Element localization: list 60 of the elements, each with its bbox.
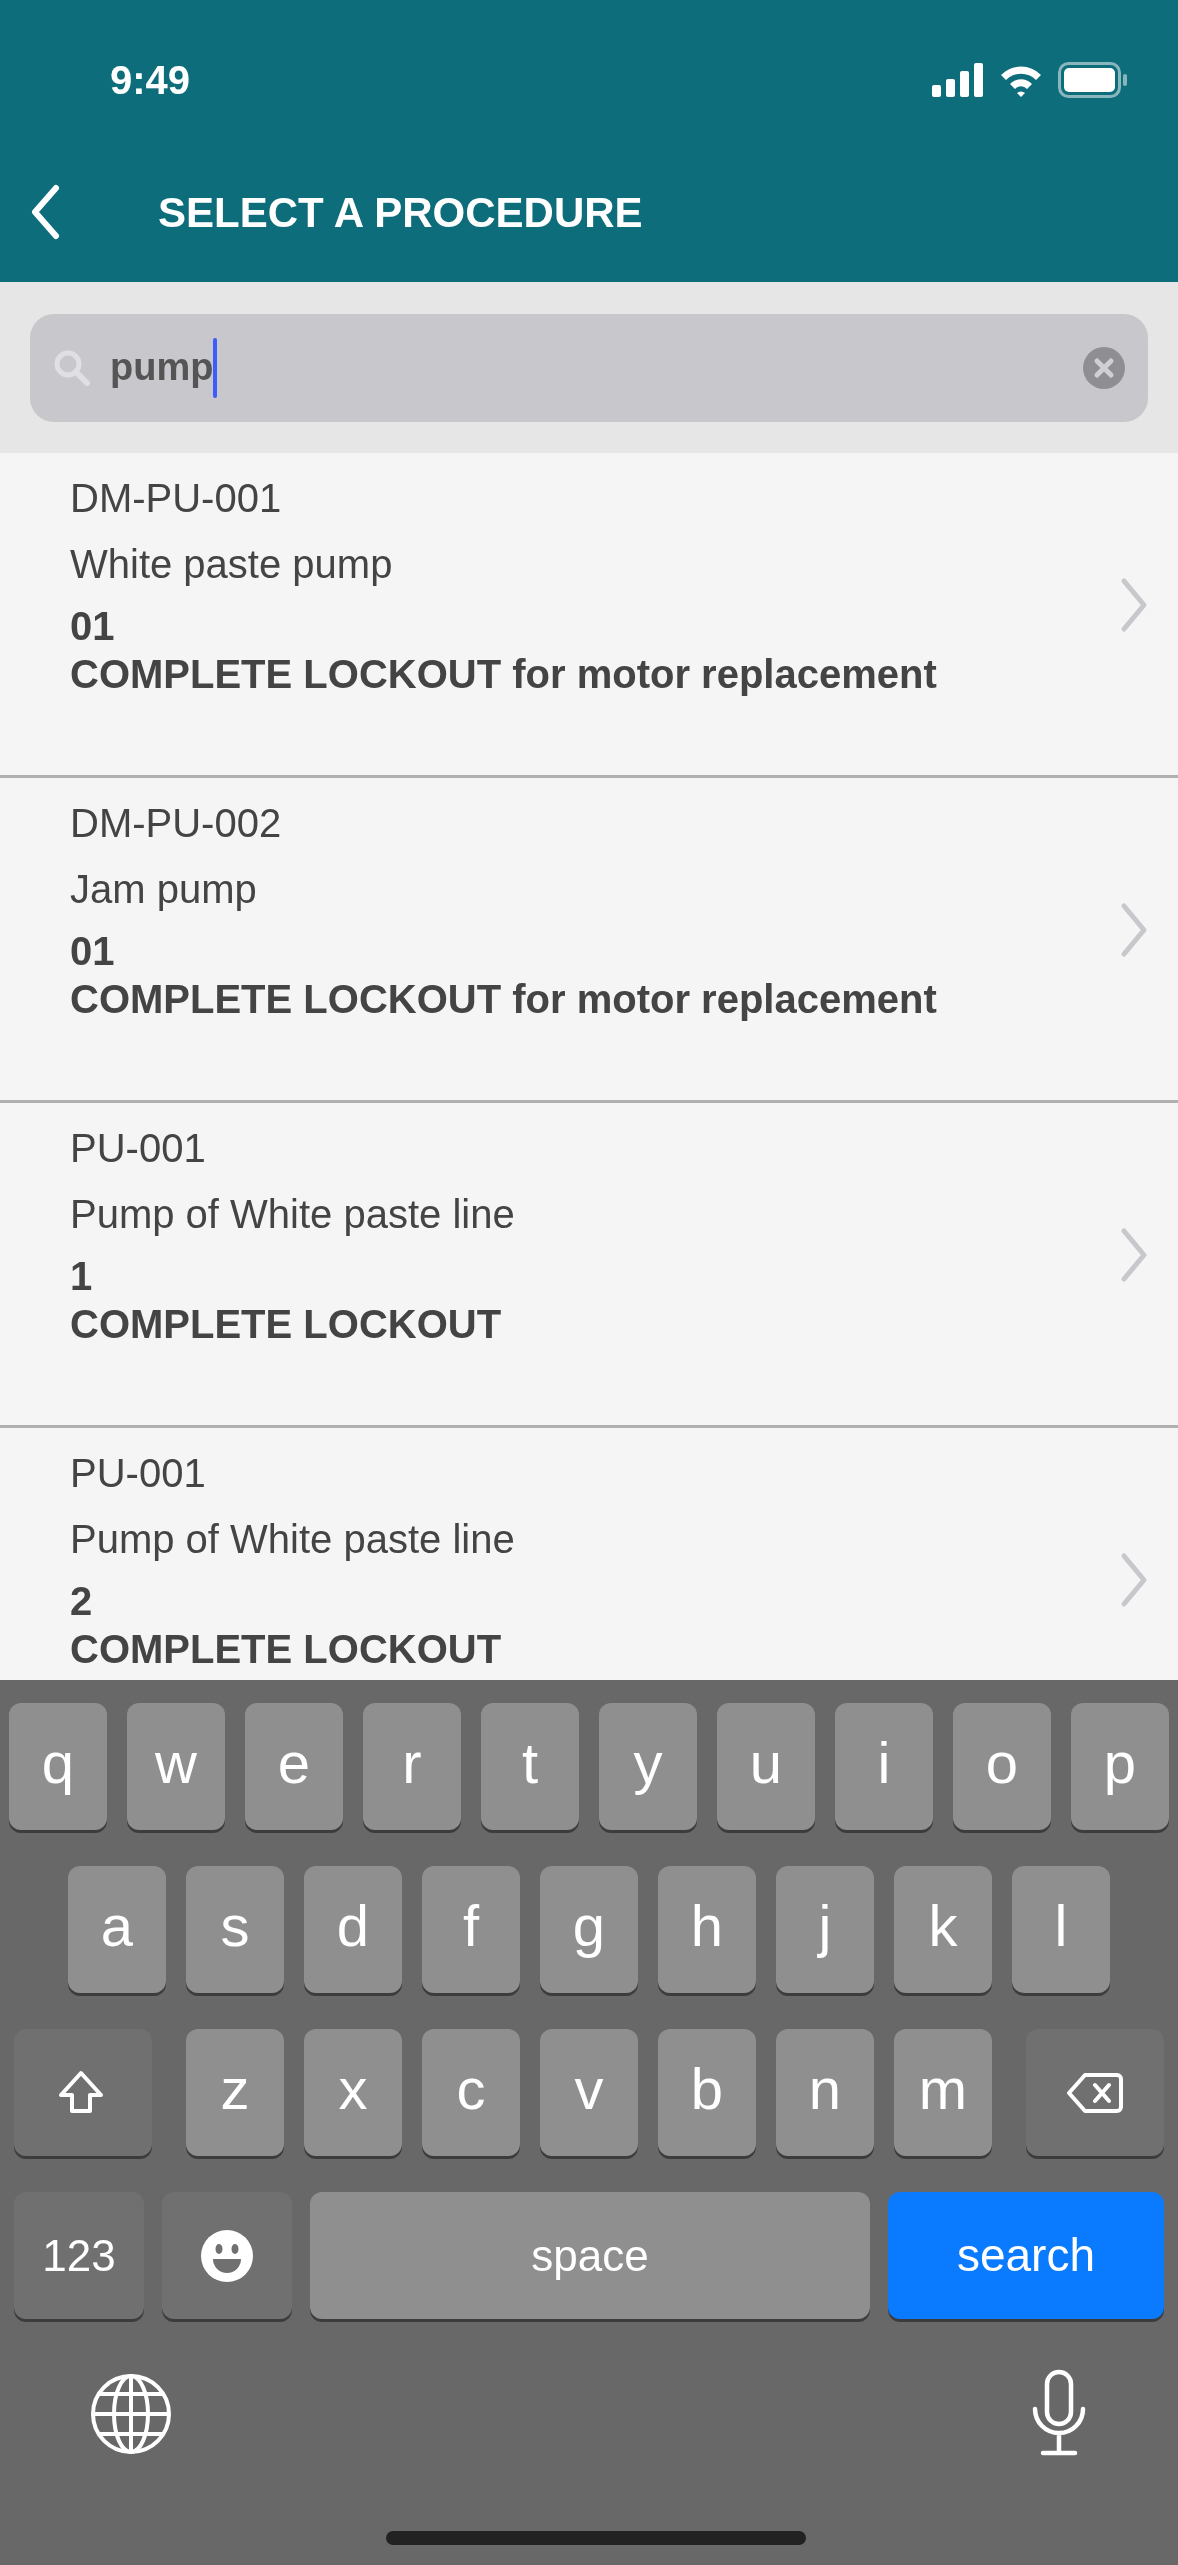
backspace-key[interactable] — [1026, 2029, 1164, 2156]
keyboard-key[interactable]: m — [894, 2029, 992, 2156]
keyboard-key[interactable]: r — [363, 1703, 461, 1830]
chevron-icon — [1120, 1227, 1148, 1283]
procedure-number: 2 — [70, 1578, 93, 1625]
keyboard-key[interactable]: h — [658, 1866, 756, 1993]
procedure-name: Pump of White paste line — [70, 1191, 515, 1238]
procedure-description: COMPLETE LOCKOUT for motor replacement — [70, 976, 937, 1022]
keyboard-key[interactable]: l — [1012, 1866, 1110, 1993]
procedure-description: COMPLETE LOCKOUT for motor replacement — [70, 651, 937, 697]
procedure-code: PU-001 — [70, 1450, 206, 1497]
emoji-icon — [200, 2228, 254, 2283]
keyboard-key[interactable]: a — [68, 1866, 166, 1993]
search-field[interactable]: pump — [30, 313, 1148, 422]
keyboard-key[interactable]: j — [776, 1866, 874, 1993]
procedure-number: 1 — [70, 1253, 93, 1300]
keyboard-key[interactable]: x — [304, 2029, 402, 2156]
keyboard-key[interactable]: n — [776, 2029, 874, 2156]
status-time: 9:49 — [110, 57, 191, 104]
procedure-name: Jam pump — [70, 866, 257, 913]
keyboard-key[interactable]: d — [304, 1866, 402, 1993]
procedure-description: COMPLETE LOCKOUT — [70, 1301, 502, 1347]
keyboard-key[interactable]: u — [717, 1703, 815, 1830]
signal-icon — [932, 63, 984, 97]
procedure-number: 01 — [70, 603, 115, 650]
keyboard-key[interactable]: s — [186, 1866, 284, 1993]
globe-icon[interactable] — [89, 2372, 173, 2456]
keyboard-key[interactable]: y — [599, 1703, 697, 1830]
procedure-code: PU-001 — [70, 1125, 206, 1172]
battery-icon — [1058, 62, 1128, 98]
chevron-icon — [1120, 902, 1148, 958]
keyboard-key[interactable]: b — [658, 2029, 756, 2156]
procedure-name: Pump of White paste line — [70, 1516, 515, 1563]
keyboard-key[interactable]: w — [127, 1703, 225, 1830]
keyboard-key[interactable]: p — [1071, 1703, 1169, 1830]
numbers-key[interactable]: 123 — [14, 2192, 144, 2319]
procedure-code: DM-PU-001 — [70, 475, 282, 522]
keyboard-key[interactable]: e — [245, 1703, 343, 1830]
keyboard-key[interactable]: q — [9, 1703, 107, 1830]
search-key[interactable]: search — [888, 2192, 1164, 2319]
procedure-number: 01 — [70, 928, 115, 975]
keyboard-key[interactable]: f — [422, 1866, 520, 1993]
keyboard-key[interactable]: o — [953, 1703, 1051, 1830]
keyboard-key[interactable]: v — [540, 2029, 638, 2156]
shift-key[interactable] — [14, 2029, 152, 2156]
procedure-name: White paste pump — [70, 541, 393, 588]
keyboard-key[interactable]: t — [481, 1703, 579, 1830]
keyboard-key[interactable]: c — [422, 2029, 520, 2156]
keyboard-key[interactable]: i — [835, 1703, 933, 1830]
space-key[interactable]: space — [310, 2192, 870, 2319]
keyboard-key[interactable]: k — [894, 1866, 992, 1993]
procedure-code: DM-PU-002 — [70, 800, 282, 847]
chevron-icon — [1120, 1552, 1148, 1608]
screen-title: SELECT A PROCEDURE — [158, 187, 643, 238]
keyboard-key[interactable]: g — [540, 1866, 638, 1993]
procedure-description: COMPLETE LOCKOUT — [70, 1626, 502, 1672]
emoji-key[interactable] — [162, 2192, 292, 2319]
keyboard-key[interactable]: z — [186, 2029, 284, 2156]
chevron-icon — [1120, 577, 1148, 633]
back-icon[interactable] — [30, 184, 60, 240]
